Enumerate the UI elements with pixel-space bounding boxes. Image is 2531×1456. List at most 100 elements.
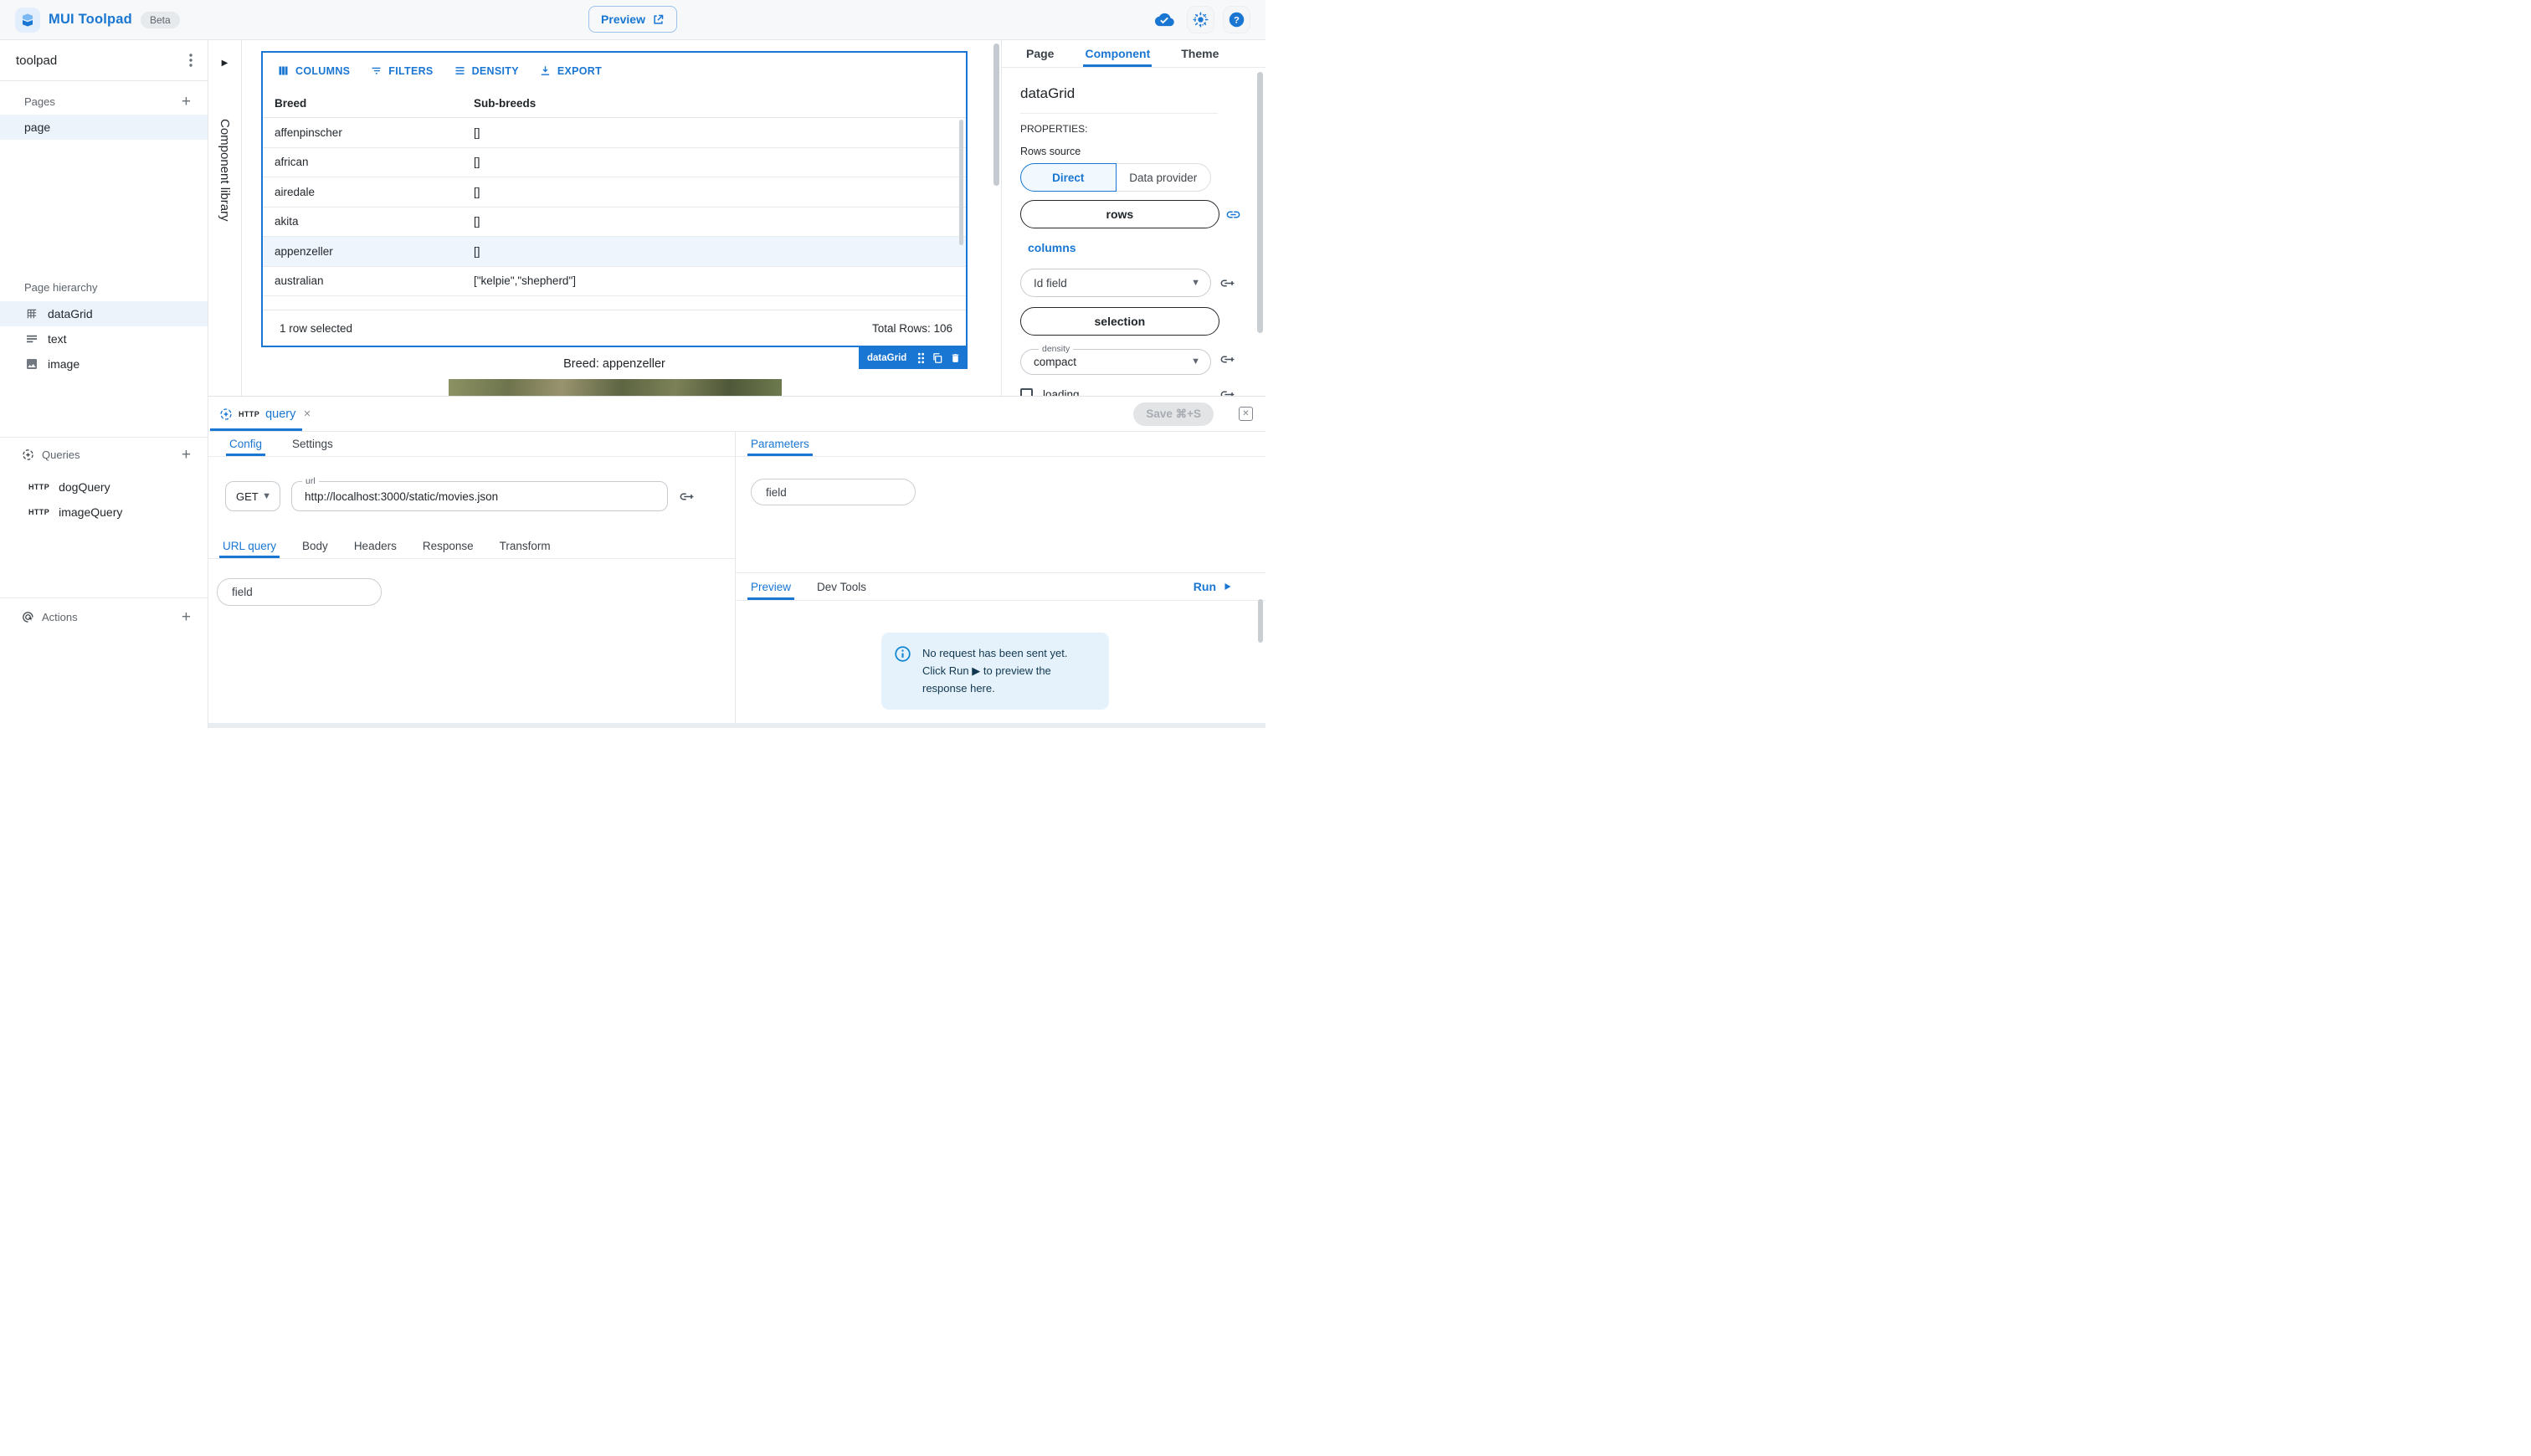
query-editor-tab[interactable]: HTTP query ✕ <box>208 397 322 431</box>
table-row[interactable]: airedale[] <box>263 177 966 208</box>
rows-property-button[interactable]: rows <box>1020 200 1219 228</box>
tab-dev-tools[interactable]: Dev Tools <box>817 573 866 600</box>
inspector-scrollbar[interactable] <box>1257 72 1263 333</box>
columns-button[interactable]: COLUMNS <box>270 59 357 82</box>
chevron-down-icon: ▼ <box>1191 278 1200 288</box>
parameters-tabs: Parameters <box>736 432 1266 457</box>
query-editor-panel: HTTP query ✕ Save ⌘+S ✕ Config Settings <box>208 396 1266 728</box>
tab-transform[interactable]: Transform <box>500 534 551 558</box>
datagrid-header-row[interactable]: Breed Sub-breeds <box>263 89 966 118</box>
hierarchy-item-image[interactable]: image <box>0 351 208 377</box>
loading-checkbox[interactable] <box>1020 388 1033 397</box>
http-tag: HTTP <box>28 483 49 491</box>
sidebar-item-page[interactable]: page <box>0 115 208 140</box>
info-line-2: Click Run ▶ to preview the response here… <box>922 663 1096 698</box>
density-button[interactable]: DENSITY <box>447 59 526 82</box>
id-field-select[interactable]: Id field ▼ <box>1020 269 1211 297</box>
columns-property-link[interactable]: columns <box>1028 241 1076 254</box>
inspector-panel: Page Component Theme dataGrid PROPERTIES… <box>1001 40 1266 396</box>
project-menu-button[interactable] <box>186 50 196 70</box>
tab-page[interactable]: Page <box>1026 40 1054 67</box>
table-row-selected[interactable]: appenzeller[] <box>263 237 966 267</box>
queries-header-label: Queries <box>42 449 80 461</box>
rows-binding-link-icon[interactable] <box>1219 207 1247 223</box>
density-select[interactable]: density compact ▼ <box>1020 344 1211 375</box>
method-select[interactable]: GET ▼ <box>225 481 280 511</box>
density-icon <box>454 64 466 77</box>
app-logo-group: MUI Toolpad Beta <box>15 8 180 33</box>
parameters-content: field <box>736 457 1266 572</box>
query-config-pane: Config Settings GET ▼ url http://localho… <box>208 432 736 723</box>
close-tab-icon[interactable]: ✕ <box>303 408 311 419</box>
tab-component[interactable]: Component <box>1085 40 1150 67</box>
component-library-strip[interactable]: ▶ Component library <box>208 40 242 396</box>
theme-toggle-button[interactable] <box>1187 6 1214 33</box>
editor-top-row: ▶ Component library COLUMNS <box>208 40 1266 396</box>
tab-url-query[interactable]: URL query <box>223 534 276 558</box>
preview-button-label: Preview <box>601 13 645 26</box>
text-component[interactable]: Breed: appenzeller <box>261 357 968 371</box>
id-field-add-binding-icon[interactable] <box>1211 275 1243 291</box>
export-button[interactable]: EXPORT <box>532 59 608 82</box>
url-input-value: http://localhost:3000/static/movies.json <box>305 490 498 503</box>
selection-property-button[interactable]: selection <box>1020 307 1219 336</box>
hierarchy-item-datagrid[interactable]: dataGrid <box>0 301 208 326</box>
no-request-info-alert: No request has been sent yet. Click Run … <box>881 633 1109 710</box>
page-canvas[interactable]: COLUMNS FILTERS DENSITY <box>242 40 1001 396</box>
url-input[interactable]: url http://localhost:3000/static/movies.… <box>291 481 668 511</box>
app-bar: MUI Toolpad Beta Preview <box>0 0 1266 40</box>
tab-response[interactable]: Response <box>423 534 474 558</box>
chevron-down-icon: ▼ <box>262 491 271 501</box>
tab-settings[interactable]: Settings <box>292 432 333 456</box>
request-row: GET ▼ url http://localhost:3000/static/m… <box>208 457 735 511</box>
tab-parameters[interactable]: Parameters <box>751 432 809 456</box>
datagrid-icon <box>24 307 39 320</box>
tab-body[interactable]: Body <box>302 534 328 558</box>
tab-preview[interactable]: Preview <box>751 573 791 600</box>
table-row[interactable]: australian["kelpie","shepherd"] <box>263 267 966 297</box>
density-add-binding-icon[interactable] <box>1211 351 1243 367</box>
light-mode-icon <box>1193 12 1209 28</box>
hierarchy-item-label: text <box>48 332 67 346</box>
help-button[interactable]: ? <box>1223 6 1250 33</box>
rows-source-provider-button[interactable]: Data provider <box>1117 163 1212 192</box>
app-title: MUI Toolpad <box>49 12 132 28</box>
rows-selected-status: 1 row selected <box>280 322 352 335</box>
column-header-breed[interactable]: Breed <box>263 97 474 110</box>
tab-theme[interactable]: Theme <box>1181 40 1219 67</box>
table-row[interactable]: affenpinscher[] <box>263 118 966 148</box>
export-icon <box>539 64 552 77</box>
tab-headers[interactable]: Headers <box>354 534 397 558</box>
hierarchy-section-header: Page hierarchy <box>0 276 208 298</box>
hierarchy-item-text[interactable]: text <box>0 326 208 351</box>
datagrid-scrollbar[interactable] <box>959 120 963 245</box>
open-in-new-icon <box>652 13 665 26</box>
expand-library-icon[interactable]: ▶ <box>222 59 228 68</box>
run-button[interactable]: Run <box>1194 573 1232 600</box>
loading-add-binding-icon[interactable] <box>1211 387 1243 397</box>
datagrid-component[interactable]: COLUMNS FILTERS DENSITY <box>261 51 968 347</box>
table-row[interactable]: akita[] <box>263 208 966 238</box>
center-column: ▶ Component library COLUMNS <box>208 40 1266 728</box>
filters-button[interactable]: FILTERS <box>363 59 439 82</box>
pages-header-label: Pages <box>24 95 55 108</box>
add-action-button[interactable]: + <box>182 609 191 625</box>
tab-config[interactable]: Config <box>229 432 262 456</box>
close-panel-button[interactable]: ✕ <box>1239 407 1253 421</box>
save-button[interactable]: Save ⌘+S <box>1133 402 1214 426</box>
column-header-subbreeds[interactable]: Sub-breeds <box>474 97 966 110</box>
query-item-imagequery[interactable]: HTTP imageQuery <box>0 500 208 525</box>
add-page-button[interactable]: + <box>182 94 191 110</box>
url-query-field-input[interactable]: field <box>217 578 382 606</box>
canvas-scrollbar[interactable] <box>993 44 999 186</box>
table-row[interactable]: african[] <box>263 148 966 178</box>
rows-source-direct-button[interactable]: Direct <box>1020 163 1117 192</box>
add-query-button[interactable]: + <box>182 447 191 463</box>
query-item-dogquery[interactable]: HTTP dogQuery <box>0 474 208 500</box>
datagrid-toolbar: COLUMNS FILTERS DENSITY <box>263 53 966 89</box>
query-panel-scrollbar[interactable] <box>1258 599 1263 643</box>
image-component[interactable] <box>449 379 782 396</box>
url-add-binding-icon[interactable] <box>679 489 695 505</box>
preview-button[interactable]: Preview <box>588 6 677 33</box>
parameter-field-input[interactable]: field <box>751 479 916 505</box>
